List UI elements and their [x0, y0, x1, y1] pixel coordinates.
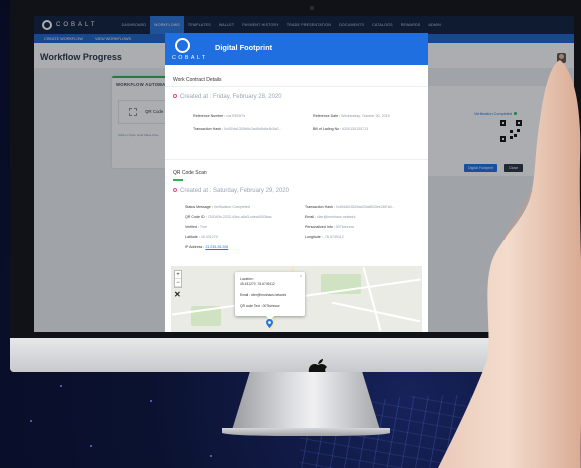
qr-scan-created-text: Created at : Saturday, February 29, 2020: [180, 188, 289, 194]
map-fullscreen-icon[interactable]: ✕: [174, 290, 181, 299]
field-value: 752040b-2333-44ec-a8a3-cdea0003bac: [207, 215, 272, 219]
section-underline: [173, 179, 183, 181]
ip-address-link[interactable]: 23.235.26.206: [205, 245, 228, 249]
star: [210, 455, 212, 457]
popup-qr-text: QR code Text : 007bchnuw: [240, 304, 280, 308]
field-value: 0x0f2da1305b9c2ad4b8c6e4b3a0...: [224, 127, 282, 131]
map-marker-icon[interactable]: [266, 319, 273, 328]
work-contract-created: Created at : Friday, February 28, 2020: [173, 94, 282, 100]
star: [150, 400, 152, 402]
field-label: QR Code ID :: [185, 215, 208, 219]
star: [90, 445, 92, 447]
scan-transaction-hash: Transaction Hash : 0x6f4d01502bad33a8533…: [305, 205, 395, 209]
ip-address: IP Address : 23.235.26.206: [185, 245, 228, 249]
popup-email: Email : clier@innuhaus.network: [240, 293, 287, 297]
divider: [165, 86, 428, 87]
field-label: Transaction Hash :: [305, 205, 337, 209]
timeline-dot-icon: [173, 188, 177, 192]
cobalt-logo-icon: [175, 38, 190, 53]
field-value: ros7f393f7e: [226, 114, 246, 118]
longitude: Longitude : -76.6749112: [305, 235, 344, 239]
reference-number: Reference Number : ros7f393f7e: [193, 114, 245, 118]
email: Email : clier@innuhaus.network: [305, 215, 355, 219]
map-road: [362, 266, 382, 332]
divider: [165, 159, 428, 160]
qr-scan-created: Created at : Saturday, February 29, 2020: [173, 188, 289, 194]
field-value: True: [199, 225, 208, 229]
field-label: Personalized Info :: [305, 225, 336, 229]
modal-brand: COBALT: [172, 55, 208, 61]
modal-header: COBALT Digital Footprint: [165, 33, 428, 65]
field-label: Bill of Lading No :: [313, 127, 343, 131]
zoom-out-button[interactable]: −: [175, 279, 181, 287]
map-zoom-control: + −: [174, 270, 182, 288]
timeline-dot-icon: [173, 94, 177, 98]
work-contract-created-text: Created at : Friday, February 28, 2020: [180, 94, 282, 100]
modal-title: Digital Footprint: [215, 43, 273, 52]
map-popup: × Location : 45.431270 -76.6749112 Email…: [235, 272, 305, 320]
bill-of-lading-no: Bill of Lading No : #200130135713: [313, 127, 368, 131]
popup-location-label: Location :: [240, 277, 255, 281]
field-value: 45.431270: [200, 235, 218, 239]
qr-code-scan-title: QR Code Scan: [173, 170, 207, 176]
transaction-hash: Transaction Hash : 0x0f2da1305b9c2ad4b8c…: [193, 127, 281, 131]
qr-code-id: QR Code ID : 752040b-2333-44ec-a8a3-cdea…: [185, 215, 272, 219]
field-value: Wednesday, October 30, 2019: [341, 114, 390, 118]
field-label: Latitude :: [185, 235, 201, 239]
hand-image: [437, 60, 581, 468]
field-value: clier@innuhaus.network: [316, 215, 356, 219]
star: [60, 385, 62, 387]
field-label: Status Message :: [185, 205, 214, 209]
popup-close-icon[interactable]: ×: [300, 273, 302, 278]
status-message: Status Message : Verification Completed: [185, 205, 250, 209]
field-value: 0x6f4d01502bad33a8533ee28f7a0...: [336, 205, 395, 209]
field-label: Email :: [305, 215, 317, 219]
latitude: Latitude : 45.431270: [185, 235, 218, 239]
personalized-info: Personalized Info : 007bchnuw: [305, 225, 354, 229]
field-label: Longitude :: [305, 235, 324, 239]
field-value: Verification Completed: [213, 205, 250, 209]
field-label: Reference Number :: [193, 114, 227, 118]
popup-coordinates: 45.431270 -76.6749112: [240, 282, 275, 286]
monitor-stand: [232, 372, 380, 430]
field-label: Reference Date :: [313, 114, 342, 118]
reference-date: Reference Date : Wednesday, October 30, …: [313, 114, 390, 118]
star: [30, 420, 32, 422]
field-label: Verified :: [185, 225, 200, 229]
webcam: [310, 6, 314, 10]
verified: Verified : True: [185, 225, 207, 229]
digital-footprint-modal: COBALT Digital Footprint Work Contract D…: [165, 33, 428, 332]
work-contract-title: Work Contract Details: [173, 77, 222, 83]
field-label: Transaction Hash :: [193, 127, 225, 131]
monitor-stand-base: [222, 428, 390, 436]
field-label: IP Address :: [185, 245, 206, 249]
field-value: #200130135713: [342, 127, 369, 131]
location-map[interactable]: + − ✕ × Location : 45.431270 -76.6749112…: [171, 266, 422, 332]
field-value: -76.6749112: [323, 235, 344, 239]
field-value: 007bchnuw: [335, 225, 355, 229]
zoom-in-button[interactable]: +: [175, 271, 181, 279]
